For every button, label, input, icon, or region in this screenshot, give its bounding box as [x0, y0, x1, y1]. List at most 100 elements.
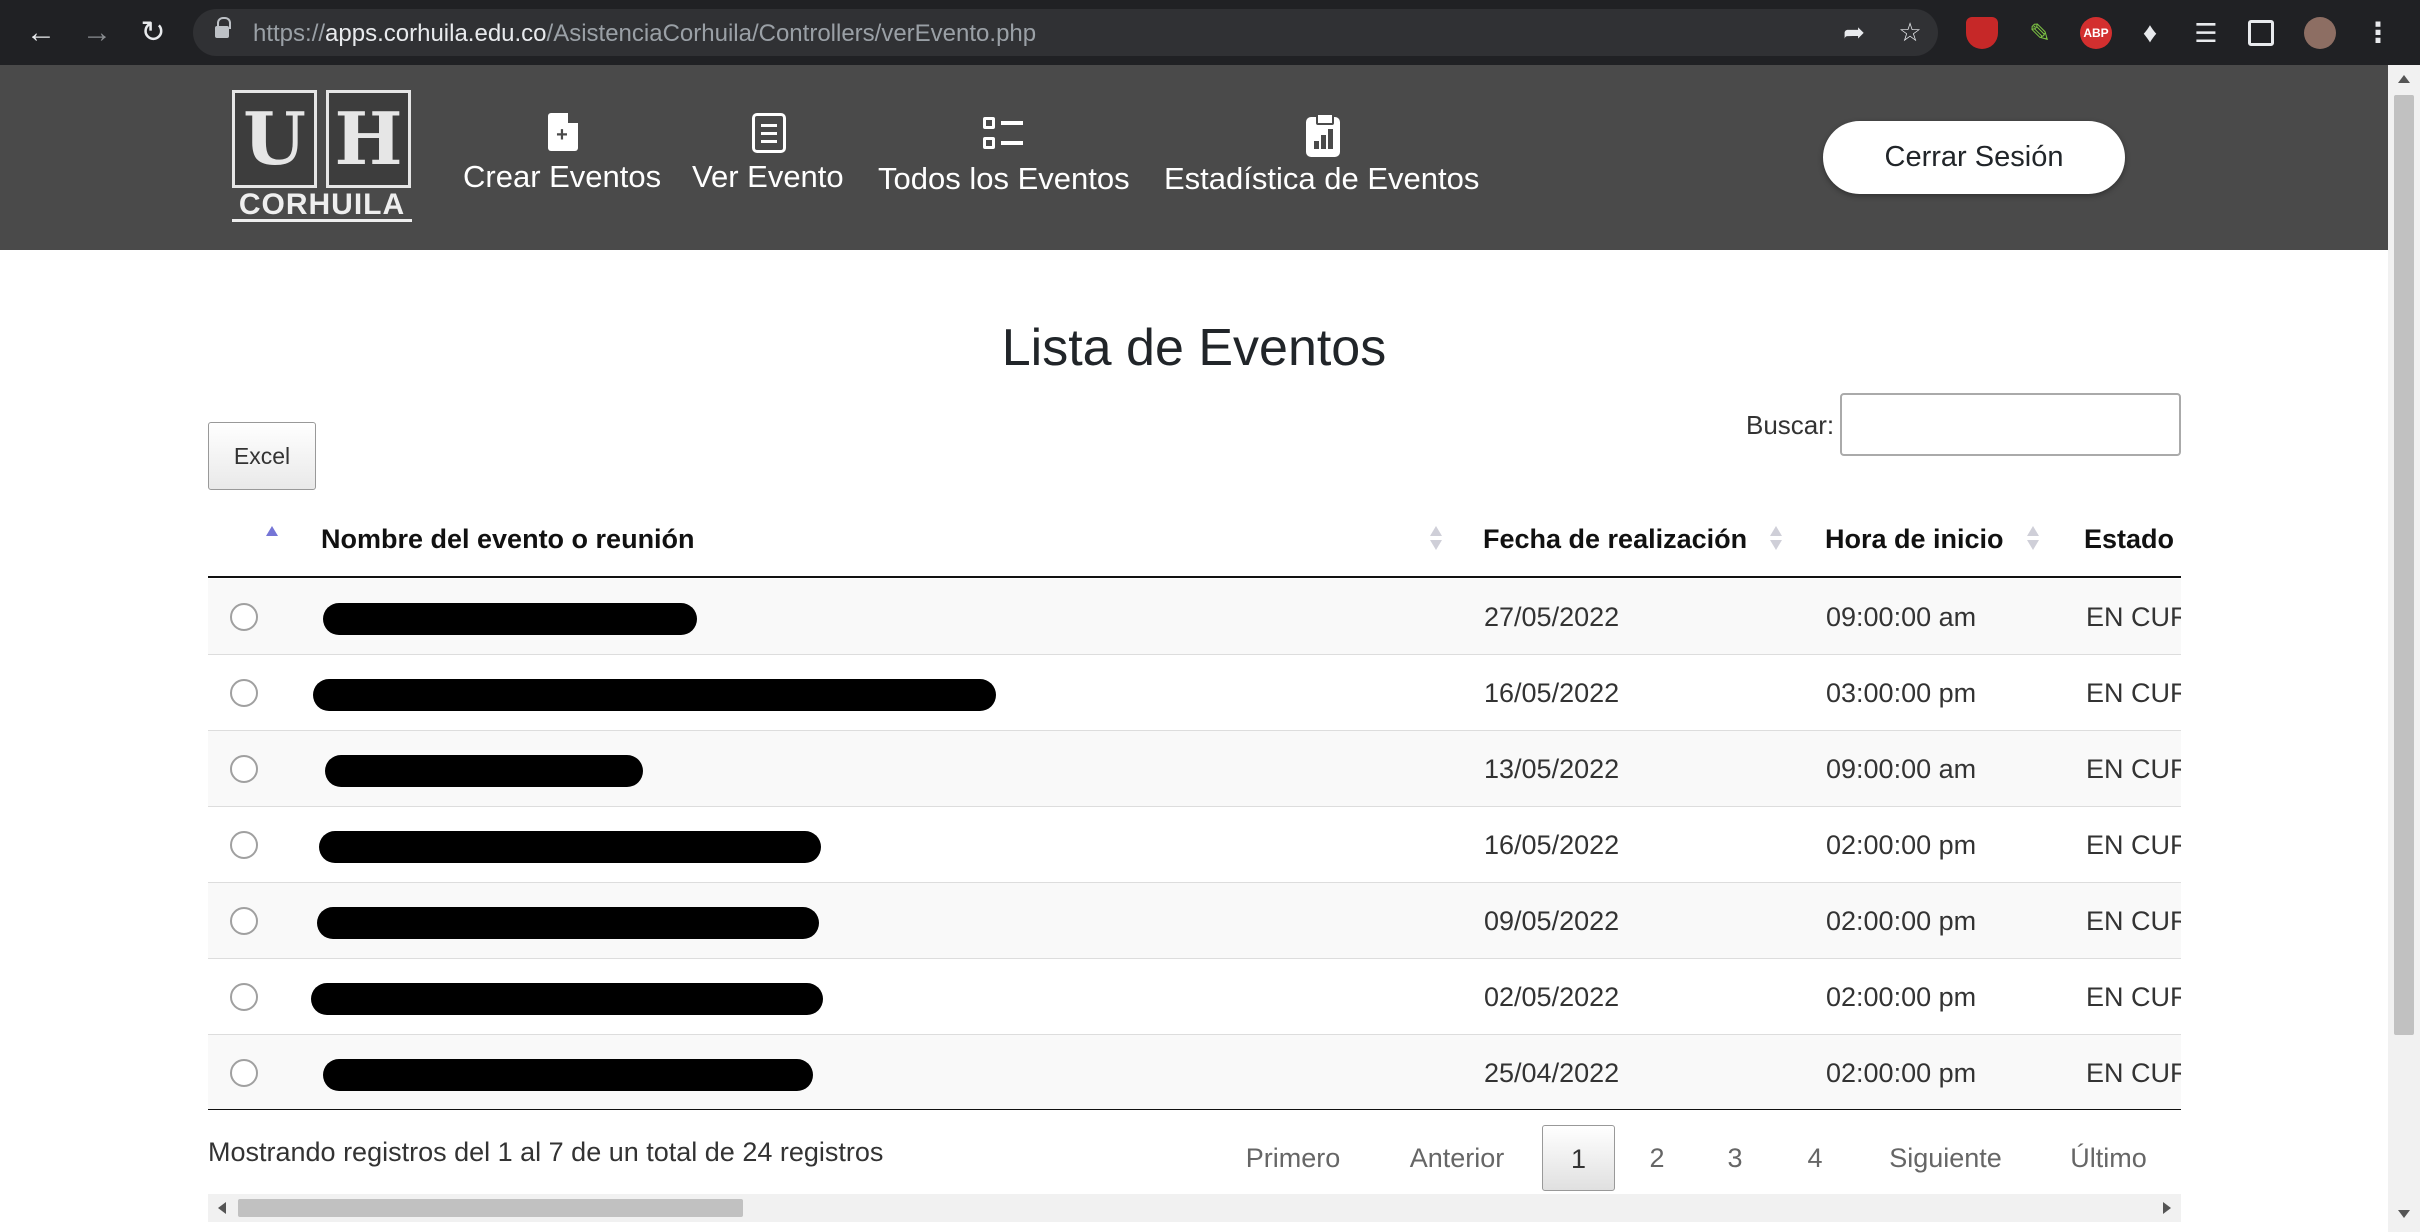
scroll-down-icon[interactable]	[2398, 1210, 2410, 1218]
scroll-right-icon[interactable]	[2163, 1202, 2171, 1214]
row-radio[interactable]	[230, 679, 258, 707]
row-radio[interactable]	[230, 755, 258, 783]
excel-export-button[interactable]: Excel	[208, 422, 316, 490]
share-icon[interactable]: ➦	[1839, 17, 1869, 47]
browser-toolbar: ← → ↻ https://apps.corhuila.edu.co/Asist…	[0, 0, 2420, 65]
cell-fecha: 25/04/2022	[1484, 1058, 1620, 1088]
table-row[interactable]: 16/05/2022 03:00:00 pm EN CUR	[208, 655, 2181, 731]
cell-estado: EN CUR	[2086, 754, 2181, 784]
events-table: Nombre del evento o reunión Fecha de rea…	[208, 508, 2181, 1110]
vertical-scrollbar[interactable]	[2388, 65, 2420, 1232]
puzzle-icon[interactable]: ♦	[2134, 17, 2166, 49]
table-row[interactable]: 02/05/2022 02:00:00 pm EN CUR	[208, 959, 2181, 1035]
scroll-left-icon[interactable]	[218, 1202, 226, 1214]
sidepanel-icon[interactable]	[2248, 20, 2274, 46]
page-button-3[interactable]: 3	[1710, 1125, 1760, 1191]
horizontal-scrollbar[interactable]	[208, 1194, 2181, 1222]
corhuila-logo[interactable]: U H CORHUILA	[232, 90, 412, 225]
site-header: U H CORHUILA + Crear Eventos Ver Evento …	[0, 65, 2388, 250]
back-arrow-icon[interactable]: ←	[22, 14, 60, 52]
row-radio[interactable]	[230, 831, 258, 859]
logo-text: CORHUILA	[232, 190, 412, 222]
page-button-2[interactable]: 2	[1632, 1125, 1682, 1191]
cell-fecha: 13/05/2022	[1484, 754, 1620, 784]
redacted-event-name	[323, 603, 697, 635]
horizontal-scroll-thumb[interactable]	[238, 1199, 743, 1217]
cell-fecha: 02/05/2022	[1484, 982, 1620, 1012]
nav-label: Ver Evento	[692, 159, 844, 194]
cell-hora: 02:00:00 pm	[1826, 830, 1977, 860]
shield-icon[interactable]	[1966, 17, 1998, 49]
redacted-event-name	[325, 755, 643, 787]
page-next-button[interactable]: Siguiente	[1878, 1125, 2013, 1191]
scroll-up-icon[interactable]	[2398, 75, 2410, 83]
search-label: Buscar:	[1746, 410, 1835, 440]
cell-estado: EN CUR	[2086, 678, 2181, 708]
page-prev-button[interactable]: Anterior	[1392, 1125, 1522, 1191]
sort-asc-icon[interactable]	[266, 524, 278, 536]
table-row[interactable]: 13/05/2022 09:00:00 am EN CUR	[208, 731, 2181, 807]
logo-letter-h: H	[326, 90, 411, 188]
redacted-event-name	[313, 679, 996, 711]
cell-hora: 03:00:00 pm	[1826, 678, 1977, 708]
column-header-fecha[interactable]: Fecha de realización	[1483, 524, 1747, 555]
nav-crear-eventos[interactable]: + Crear Eventos	[463, 113, 661, 195]
reload-icon[interactable]: ↻	[134, 14, 172, 52]
table-row[interactable]: 25/04/2022 02:00:00 pm EN CUR	[208, 1035, 2181, 1110]
cell-estado: EN CUR	[2086, 982, 2181, 1012]
table-row[interactable]: 09/05/2022 02:00:00 pm EN CUR	[208, 883, 2181, 959]
row-radio[interactable]	[230, 983, 258, 1011]
checklist-icon	[982, 115, 1025, 155]
cell-estado: EN CUR	[2086, 602, 2181, 632]
table-info: Mostrando registros del 1 al 7 de un tot…	[208, 1137, 884, 1167]
nav-ver-evento[interactable]: Ver Evento	[692, 113, 844, 195]
nav-estadistica-eventos[interactable]: Estadística de Eventos	[1164, 113, 1479, 197]
profile-avatar[interactable]	[2304, 17, 2336, 49]
column-header-nombre[interactable]: Nombre del evento o reunión	[321, 524, 695, 555]
clipboard-chart-icon	[1304, 113, 1340, 157]
sort-icon[interactable]	[1430, 524, 1442, 554]
page-first-button[interactable]: Primero	[1228, 1125, 1358, 1191]
vertical-scroll-thumb[interactable]	[2394, 95, 2414, 1035]
redacted-event-name	[323, 1059, 813, 1091]
cell-hora: 02:00:00 pm	[1826, 906, 1977, 936]
row-radio[interactable]	[230, 907, 258, 935]
redacted-event-name	[319, 831, 821, 863]
address-bar[interactable]: https://apps.corhuila.edu.co/AsistenciaC…	[193, 9, 1938, 56]
page-button-4[interactable]: 4	[1790, 1125, 1840, 1191]
cell-hora: 09:00:00 am	[1826, 754, 1977, 784]
cell-fecha: 16/05/2022	[1484, 678, 1620, 708]
logo-letter-u: U	[232, 90, 317, 188]
url-text[interactable]: https://apps.corhuila.edu.co/AsistenciaC…	[253, 20, 1036, 48]
column-header-estado[interactable]: Estado	[2084, 524, 2174, 555]
row-radio[interactable]	[230, 603, 258, 631]
page-button-1[interactable]: 1	[1542, 1125, 1615, 1191]
table-row[interactable]: 27/05/2022 09:00:00 am EN CUR	[208, 579, 2181, 655]
eyedropper-icon[interactable]: ✎	[2024, 17, 2056, 49]
nav-todos-eventos[interactable]: Todos los Eventos	[878, 115, 1130, 197]
redacted-event-name	[311, 983, 823, 1015]
cell-hora: 09:00:00 am	[1826, 602, 1977, 632]
abp-icon[interactable]: ABP	[2080, 17, 2112, 49]
column-header-hora[interactable]: Hora de inicio	[1825, 524, 2004, 555]
forward-arrow-icon[interactable]: →	[78, 14, 116, 52]
cell-fecha: 27/05/2022	[1484, 602, 1620, 632]
star-icon[interactable]: ☆	[1895, 17, 1925, 47]
cell-estado: EN CUR	[2086, 830, 2181, 860]
media-icon[interactable]: ☰	[2190, 17, 2222, 49]
cell-estado: EN CUR	[2086, 906, 2181, 936]
sort-icon[interactable]	[2027, 524, 2039, 554]
table-row[interactable]: 16/05/2022 02:00:00 pm EN CUR	[208, 807, 2181, 883]
row-radio[interactable]	[230, 1059, 258, 1087]
cell-hora: 02:00:00 pm	[1826, 1058, 1977, 1088]
lock-icon[interactable]	[215, 17, 231, 41]
page-last-button[interactable]: Último	[2056, 1125, 2161, 1191]
table-header: Nombre del evento o reunión Fecha de rea…	[208, 508, 2181, 578]
cell-fecha: 09/05/2022	[1484, 906, 1620, 936]
file-plus-icon: +	[544, 113, 580, 153]
sort-icon[interactable]	[1770, 524, 1782, 554]
nav-label: Todos los Eventos	[878, 161, 1130, 196]
menu-icon[interactable]: ⋮	[2362, 17, 2394, 49]
search-input[interactable]	[1840, 393, 2181, 456]
logout-button[interactable]: Cerrar Sesión	[1823, 121, 2125, 194]
